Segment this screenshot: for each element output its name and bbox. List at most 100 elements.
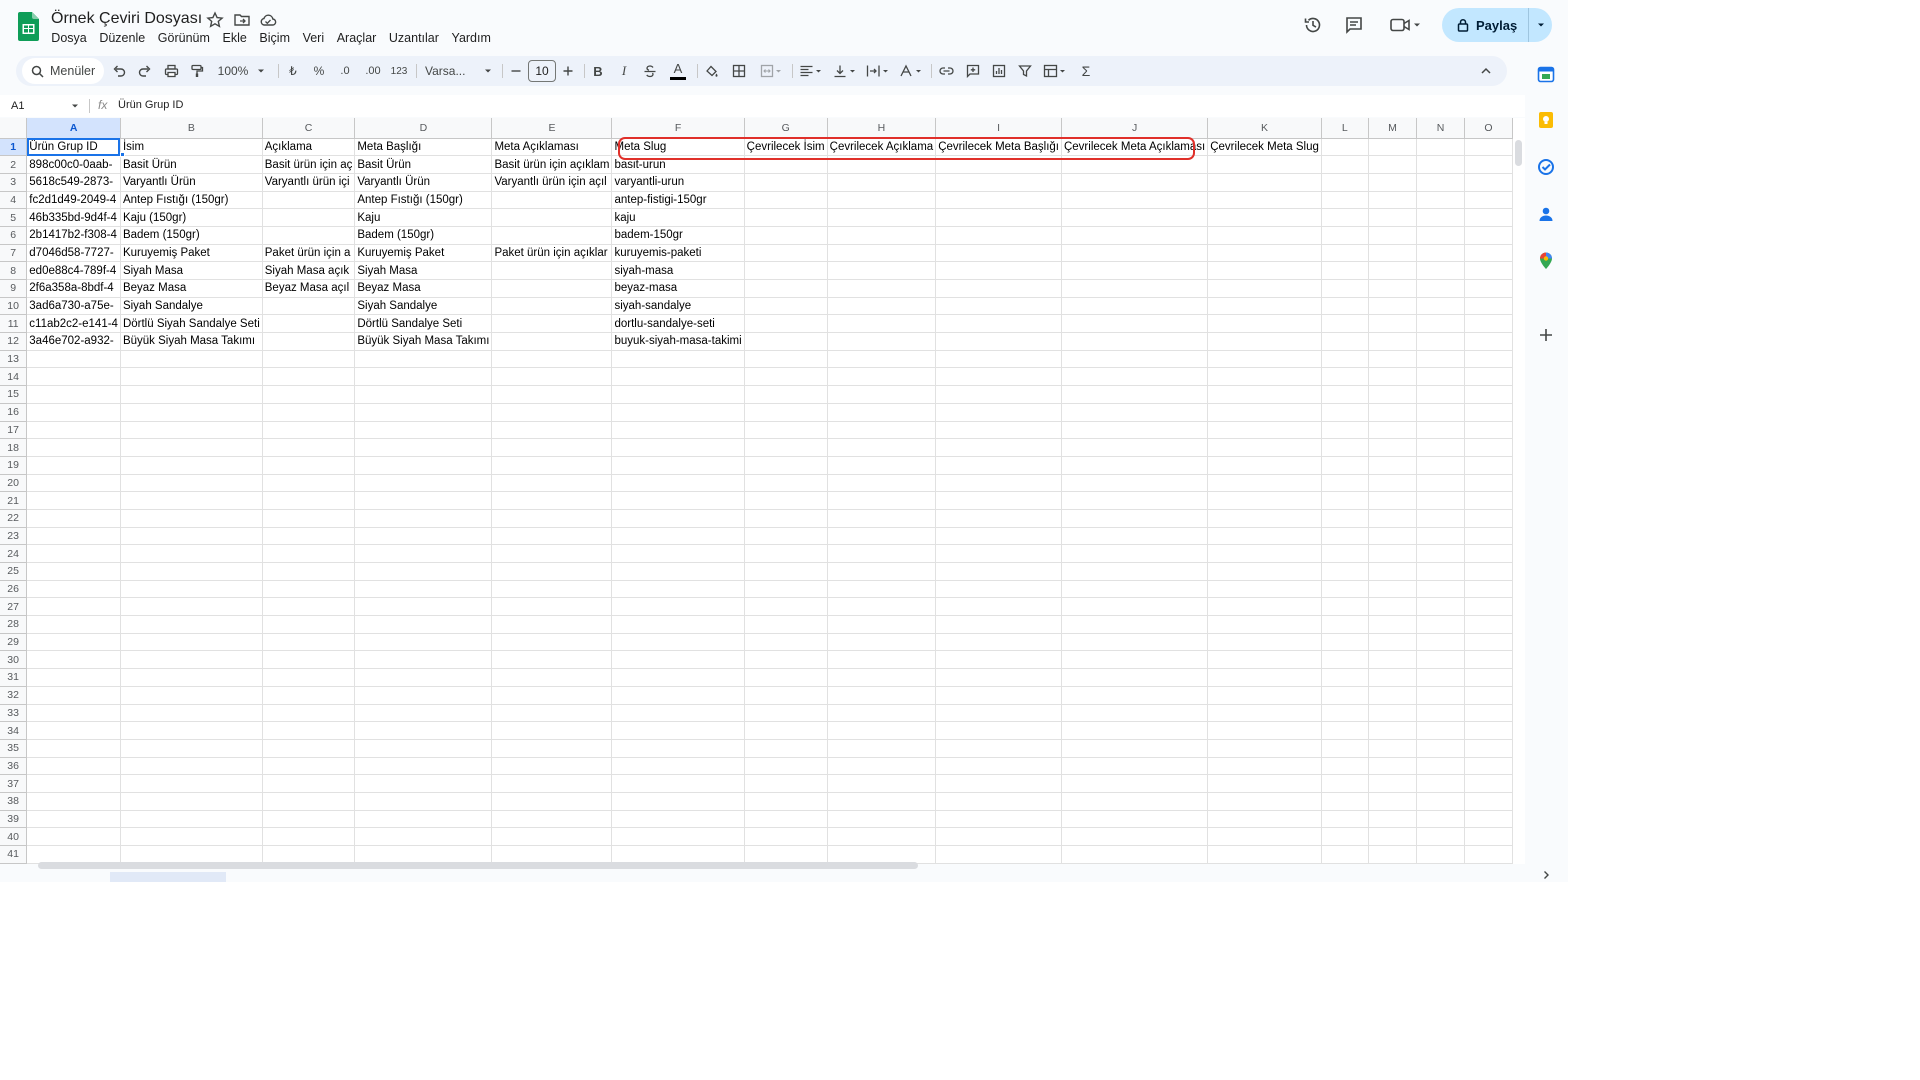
cell-j6[interactable]	[1061, 226, 1209, 245]
row-header[interactable]: 34	[0, 721, 28, 740]
cell-f37[interactable]	[611, 774, 745, 793]
cell-l26[interactable]	[1321, 580, 1369, 599]
cell-b19[interactable]	[120, 456, 263, 475]
cell-j2[interactable]	[1061, 155, 1209, 174]
cell-i26[interactable]	[935, 580, 1062, 599]
cell-m29[interactable]	[1368, 633, 1418, 652]
cell-g34[interactable]	[744, 721, 828, 740]
cell-b21[interactable]	[120, 491, 263, 510]
cell-a41[interactable]	[26, 845, 121, 864]
cell-g14[interactable]	[744, 367, 828, 387]
cell-d17[interactable]	[354, 421, 493, 440]
cell-m21[interactable]	[1368, 491, 1418, 510]
cell-c8[interactable]: Siyah Masa açık	[262, 261, 356, 280]
filter-icon[interactable]	[1015, 56, 1035, 86]
cell-f33[interactable]	[611, 704, 745, 723]
cell-c35[interactable]	[262, 739, 356, 758]
select-all-corner[interactable]	[0, 118, 28, 139]
cell-e9[interactable]	[491, 279, 613, 298]
cell-b22[interactable]	[120, 509, 263, 528]
cell-i38[interactable]	[935, 792, 1062, 811]
cell-o19[interactable]	[1464, 456, 1513, 475]
cell-h33[interactable]	[827, 704, 937, 723]
font-family-select[interactable]: Varsa...	[425, 56, 487, 86]
cell-a2[interactable]: 898c00c0-0aab-	[26, 155, 121, 174]
share-button[interactable]: Paylaş	[1442, 8, 1552, 42]
cell-c20[interactable]	[262, 474, 356, 493]
row-header[interactable]: 32	[0, 686, 28, 705]
cell-b40[interactable]	[120, 827, 263, 846]
cell-a22[interactable]	[26, 509, 121, 528]
cell-b28[interactable]	[120, 615, 263, 634]
cell-k15[interactable]	[1207, 385, 1322, 404]
cell-j5[interactable]	[1061, 208, 1209, 227]
cell-h28[interactable]	[827, 615, 937, 634]
cell-e7[interactable]: Paket ürün için açıklar	[491, 244, 613, 263]
cell-m14[interactable]	[1368, 367, 1418, 387]
cell-g33[interactable]	[744, 704, 828, 723]
row-header[interactable]: 1	[0, 138, 28, 157]
cell-l19[interactable]	[1321, 456, 1369, 475]
cell-j24[interactable]	[1061, 544, 1209, 563]
italic-button[interactable]: I	[615, 56, 633, 86]
cell-h24[interactable]	[827, 544, 937, 563]
cell-l18[interactable]	[1321, 438, 1369, 457]
cell-n12[interactable]	[1416, 332, 1465, 351]
cell-g8[interactable]	[744, 261, 828, 280]
cell-f22[interactable]	[611, 509, 745, 528]
cell-n4[interactable]	[1416, 191, 1465, 210]
cell-b13[interactable]	[120, 350, 263, 369]
cell-h13[interactable]	[827, 350, 937, 369]
cell-i23[interactable]	[935, 527, 1062, 546]
cell-c11[interactable]	[262, 314, 356, 334]
cell-f2[interactable]: basit-urun	[611, 155, 745, 174]
row-header[interactable]: 17	[0, 421, 28, 440]
cell-c7[interactable]: Paket ürün için a	[262, 244, 356, 263]
cell-i3[interactable]	[935, 173, 1062, 192]
cell-f4[interactable]: antep-fistigi-150gr	[611, 191, 745, 210]
cell-f15[interactable]	[611, 385, 745, 404]
cell-c41[interactable]	[262, 845, 356, 864]
row-header[interactable]: 30	[0, 650, 28, 670]
cell-g5[interactable]	[744, 208, 828, 227]
cell-o4[interactable]	[1464, 191, 1513, 210]
cell-g38[interactable]	[744, 792, 828, 811]
cell-e18[interactable]	[491, 438, 613, 457]
cell-a17[interactable]	[26, 421, 121, 440]
cell-n1[interactable]	[1416, 138, 1465, 157]
tasks-icon[interactable]	[1536, 157, 1556, 177]
cell-k33[interactable]	[1207, 704, 1322, 723]
cell-f9[interactable]: beyaz-masa	[611, 279, 745, 298]
cell-e14[interactable]	[491, 367, 613, 387]
cell-e37[interactable]	[491, 774, 613, 793]
cell-n40[interactable]	[1416, 827, 1465, 846]
cell-b26[interactable]	[120, 580, 263, 599]
cell-e23[interactable]	[491, 527, 613, 546]
cell-f23[interactable]	[611, 527, 745, 546]
borders-icon[interactable]	[729, 56, 749, 86]
cell-d28[interactable]	[354, 615, 493, 634]
cell-c13[interactable]	[262, 350, 356, 369]
cell-n27[interactable]	[1416, 597, 1465, 617]
cell-e6[interactable]	[491, 226, 613, 245]
cell-j14[interactable]	[1061, 367, 1209, 387]
row-header[interactable]: 35	[0, 739, 28, 758]
row-header[interactable]: 37	[0, 774, 28, 793]
cell-o35[interactable]	[1464, 739, 1513, 758]
cell-k39[interactable]	[1207, 810, 1322, 829]
cell-c5[interactable]	[262, 208, 356, 227]
menu-tools[interactable]: Araçlar	[330, 29, 382, 47]
cell-d5[interactable]: Kaju	[354, 208, 493, 227]
menu-data[interactable]: Veri	[296, 29, 330, 47]
row-header[interactable]: 2	[0, 155, 28, 174]
cell-g31[interactable]	[744, 668, 828, 687]
cell-m40[interactable]	[1368, 827, 1418, 846]
fill-handle[interactable]	[120, 152, 125, 157]
cell-c17[interactable]	[262, 421, 356, 440]
cell-b33[interactable]	[120, 704, 263, 723]
cell-n36[interactable]	[1416, 757, 1465, 776]
cell-b30[interactable]	[120, 650, 263, 670]
zoom-select[interactable]: 100%	[214, 56, 252, 86]
cell-k10[interactable]	[1207, 297, 1322, 316]
chevron-down-icon[interactable]	[254, 56, 268, 86]
